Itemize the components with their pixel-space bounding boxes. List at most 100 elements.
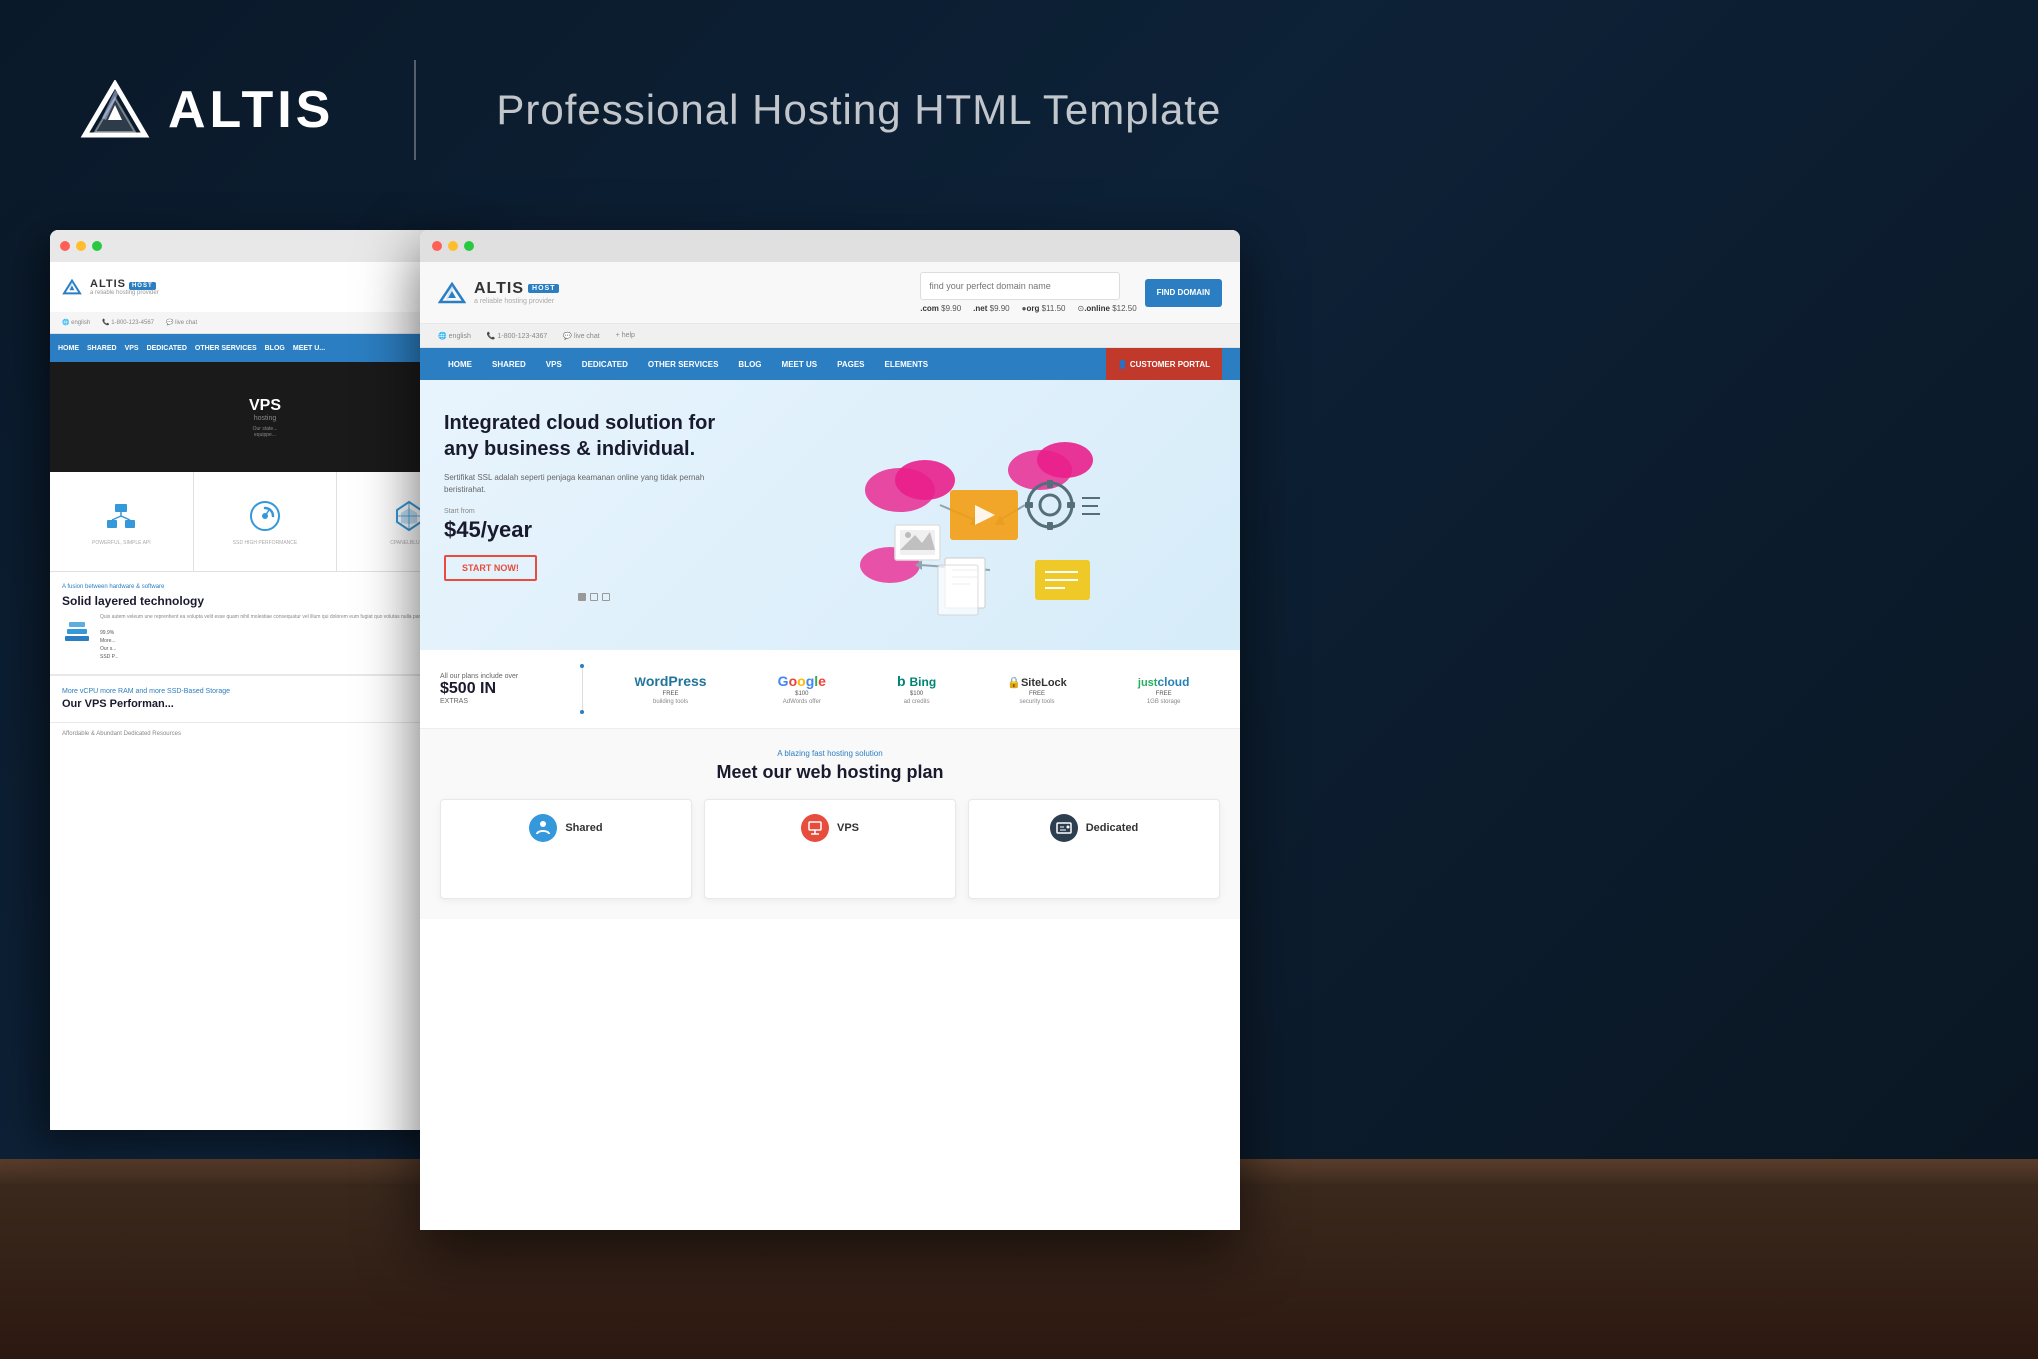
mini-ssd-icon bbox=[247, 498, 283, 534]
plan-card-vps-header: VPS bbox=[801, 814, 859, 842]
nav-meet-us[interactable]: MEET US bbox=[772, 348, 828, 380]
top-header: ALTIS Professional Hosting HTML Template bbox=[0, 0, 2038, 210]
plan-card-dedicated-header: Dedicated bbox=[1050, 814, 1139, 842]
mini-util-phone: 📞 1-800-123-4567 bbox=[102, 319, 154, 326]
justcloud-type: 1GB storage bbox=[1147, 699, 1181, 705]
hero-dot-3[interactable] bbox=[602, 593, 610, 601]
nav-vps[interactable]: VPS bbox=[536, 348, 572, 380]
stat-1: 99.9% bbox=[100, 630, 463, 636]
partner-extras-text: All our plans include over $500 IN EXTRA… bbox=[440, 673, 560, 705]
front-logo-sub: a reliable hosting provider bbox=[474, 298, 559, 305]
mini-logo-text: ALTISHOST a reliable hosting provider bbox=[90, 278, 159, 296]
browser-dot-yellow bbox=[76, 241, 86, 251]
nav-dedicated[interactable]: DEDICATED bbox=[572, 348, 638, 380]
mini-feature-api: POWERFUL, SIMPLE API bbox=[50, 472, 194, 571]
mini-solid-text: Quis autem veleum une reprenhent ea volu… bbox=[100, 614, 463, 662]
front-logo-text-area: ALTISHOST a reliable hosting provider bbox=[474, 280, 559, 305]
hero-dot-2[interactable] bbox=[590, 593, 598, 601]
mini-nav-meet: MEET U... bbox=[293, 345, 325, 352]
hero-dot-1[interactable] bbox=[578, 593, 586, 601]
front-dot-red bbox=[432, 241, 442, 251]
util-chat: 💬 live chat bbox=[563, 332, 599, 340]
hero-price: $45/year bbox=[444, 517, 744, 543]
stat-2: More... bbox=[100, 638, 463, 644]
front-utility-bar: 🌐 english 📞 1-800-123-4367 💬 live chat +… bbox=[420, 324, 1240, 348]
mini-layers-icon bbox=[62, 614, 92, 644]
dedicated-plan-name: Dedicated bbox=[1086, 822, 1139, 834]
justcloud-logo: justcloud bbox=[1138, 673, 1190, 689]
sitelock-free-label: FREE bbox=[1029, 691, 1045, 697]
front-hero: Integrated cloud solution for any busine… bbox=[420, 380, 1240, 650]
google-free-label: $100 bbox=[795, 691, 808, 697]
mini-perf-label: More vCPU more RAM and more SSD-Based St… bbox=[62, 688, 468, 695]
header-divider bbox=[414, 60, 416, 160]
domain-prices: .com $9.90 .net $9.90 ●org $11.50 ⊙.onli… bbox=[920, 304, 1136, 313]
browser-back: ALTISHOST a reliable hosting provider fi… bbox=[50, 230, 480, 1130]
nav-home[interactable]: HOME bbox=[438, 348, 482, 380]
front-hosting-plan: A blazing fast hosting solution Meet our… bbox=[420, 729, 1240, 919]
hero-illustration-svg bbox=[840, 410, 1120, 620]
mini-features-section: POWERFUL, SIMPLE API SSD HIGH PERFORMANC… bbox=[50, 472, 480, 572]
price-net: .net $9.90 bbox=[973, 304, 1009, 313]
bing-type: ad credits bbox=[904, 699, 930, 705]
dedicated-icon bbox=[1050, 814, 1078, 842]
partner-dot-bottom bbox=[580, 710, 584, 714]
nav-other-services[interactable]: OTHER SERVICES bbox=[638, 348, 729, 380]
mini-affordable-label: Affordable & Abundant Dedicated Resource… bbox=[62, 731, 468, 737]
mini-api-icon bbox=[103, 498, 139, 534]
mini-nav-shared: SHARED bbox=[87, 345, 117, 352]
stat-4: SSD P... bbox=[100, 654, 463, 660]
nav-customer-portal[interactable]: 👤 CUSTOMER PORTAL bbox=[1106, 348, 1222, 380]
hero-title: Integrated cloud solution for any busine… bbox=[444, 410, 744, 462]
front-top-bar: ALTISHOST a reliable hosting provider .c… bbox=[420, 262, 1240, 324]
nav-pages[interactable]: PAGES bbox=[827, 348, 874, 380]
plan-card-vps: VPS bbox=[704, 799, 956, 899]
browser-dot-red bbox=[60, 241, 70, 251]
sitelock-type: security tools bbox=[1020, 699, 1055, 705]
altis-logo-text: ALTIS bbox=[168, 80, 334, 140]
nav-blog[interactable]: BLOG bbox=[728, 348, 771, 380]
altis-logo-icon bbox=[80, 80, 150, 140]
price-online: ⊙.online $12.50 bbox=[1077, 304, 1136, 313]
util-phone: 📞 1-800-123-4367 bbox=[487, 332, 547, 340]
wordpress-free-label: FREE bbox=[663, 691, 679, 697]
front-logo-name: ALTISHOST bbox=[474, 280, 559, 298]
partner-wordpress: WordPress FREE building tools bbox=[635, 673, 707, 705]
mini-perf-stats: 99.9% More... Our s... SSD P... bbox=[100, 630, 463, 660]
plan-cards-container: Shared VPS bbox=[440, 799, 1220, 899]
find-domain-button[interactable]: FIND DOMAIN bbox=[1145, 279, 1222, 307]
front-domain-search[interactable]: .com $9.90 .net $9.90 ●org $11.50 ⊙.onli… bbox=[920, 272, 1222, 313]
plan-card-dedicated: Dedicated bbox=[968, 799, 1220, 899]
google-type: AdWords offer bbox=[783, 699, 821, 705]
hero-description: Sertifikat SSL adalah seperti penjaga ke… bbox=[444, 472, 744, 496]
header-tagline: Professional Hosting HTML Template bbox=[496, 86, 1221, 134]
front-logo-svg bbox=[438, 282, 466, 304]
mini-logo-icon bbox=[62, 279, 82, 295]
mini-vps-section: SAVE 5%! 50%... VPS hosting Our state...… bbox=[50, 362, 480, 472]
mini-nav-blog: BLOG bbox=[265, 345, 285, 352]
hero-cta-button[interactable]: START NOW! bbox=[444, 555, 537, 581]
altis-logo-area: ALTIS bbox=[80, 80, 334, 140]
mini-logo-bar: ALTISHOST a reliable hosting provider fi… bbox=[50, 262, 480, 312]
justcloud-free-label: FREE bbox=[1156, 691, 1172, 697]
front-host-badge: HOST bbox=[528, 284, 559, 293]
price-com: .com $9.90 bbox=[920, 304, 961, 313]
browser-bar-back bbox=[50, 230, 480, 262]
browser-dot-green bbox=[92, 241, 102, 251]
mini-solid-paragraph: Quis autem veleum une reprenhent ea volu… bbox=[100, 614, 463, 622]
vps-icon bbox=[801, 814, 829, 842]
mini-nav-dedicated: DEDICATED bbox=[147, 345, 187, 352]
front-logo: ALTISHOST a reliable hosting provider bbox=[438, 280, 559, 305]
domain-search-input[interactable] bbox=[920, 272, 1120, 300]
partner-amount: $500 IN bbox=[440, 680, 560, 698]
partner-section-divider bbox=[580, 664, 584, 714]
plan-card-shared-header: Shared bbox=[529, 814, 602, 842]
partners-list: WordPress FREE building tools Google $10… bbox=[604, 673, 1220, 705]
price-org: ●org $11.50 bbox=[1022, 304, 1066, 313]
nav-shared[interactable]: SHARED bbox=[482, 348, 536, 380]
plan-card-shared: Shared bbox=[440, 799, 692, 899]
util-help: + help bbox=[616, 332, 635, 339]
nav-elements[interactable]: ELEMENTS bbox=[875, 348, 939, 380]
hero-slideshow-dots bbox=[444, 593, 744, 601]
mini-util-chat: 💬 live chat bbox=[166, 319, 197, 326]
